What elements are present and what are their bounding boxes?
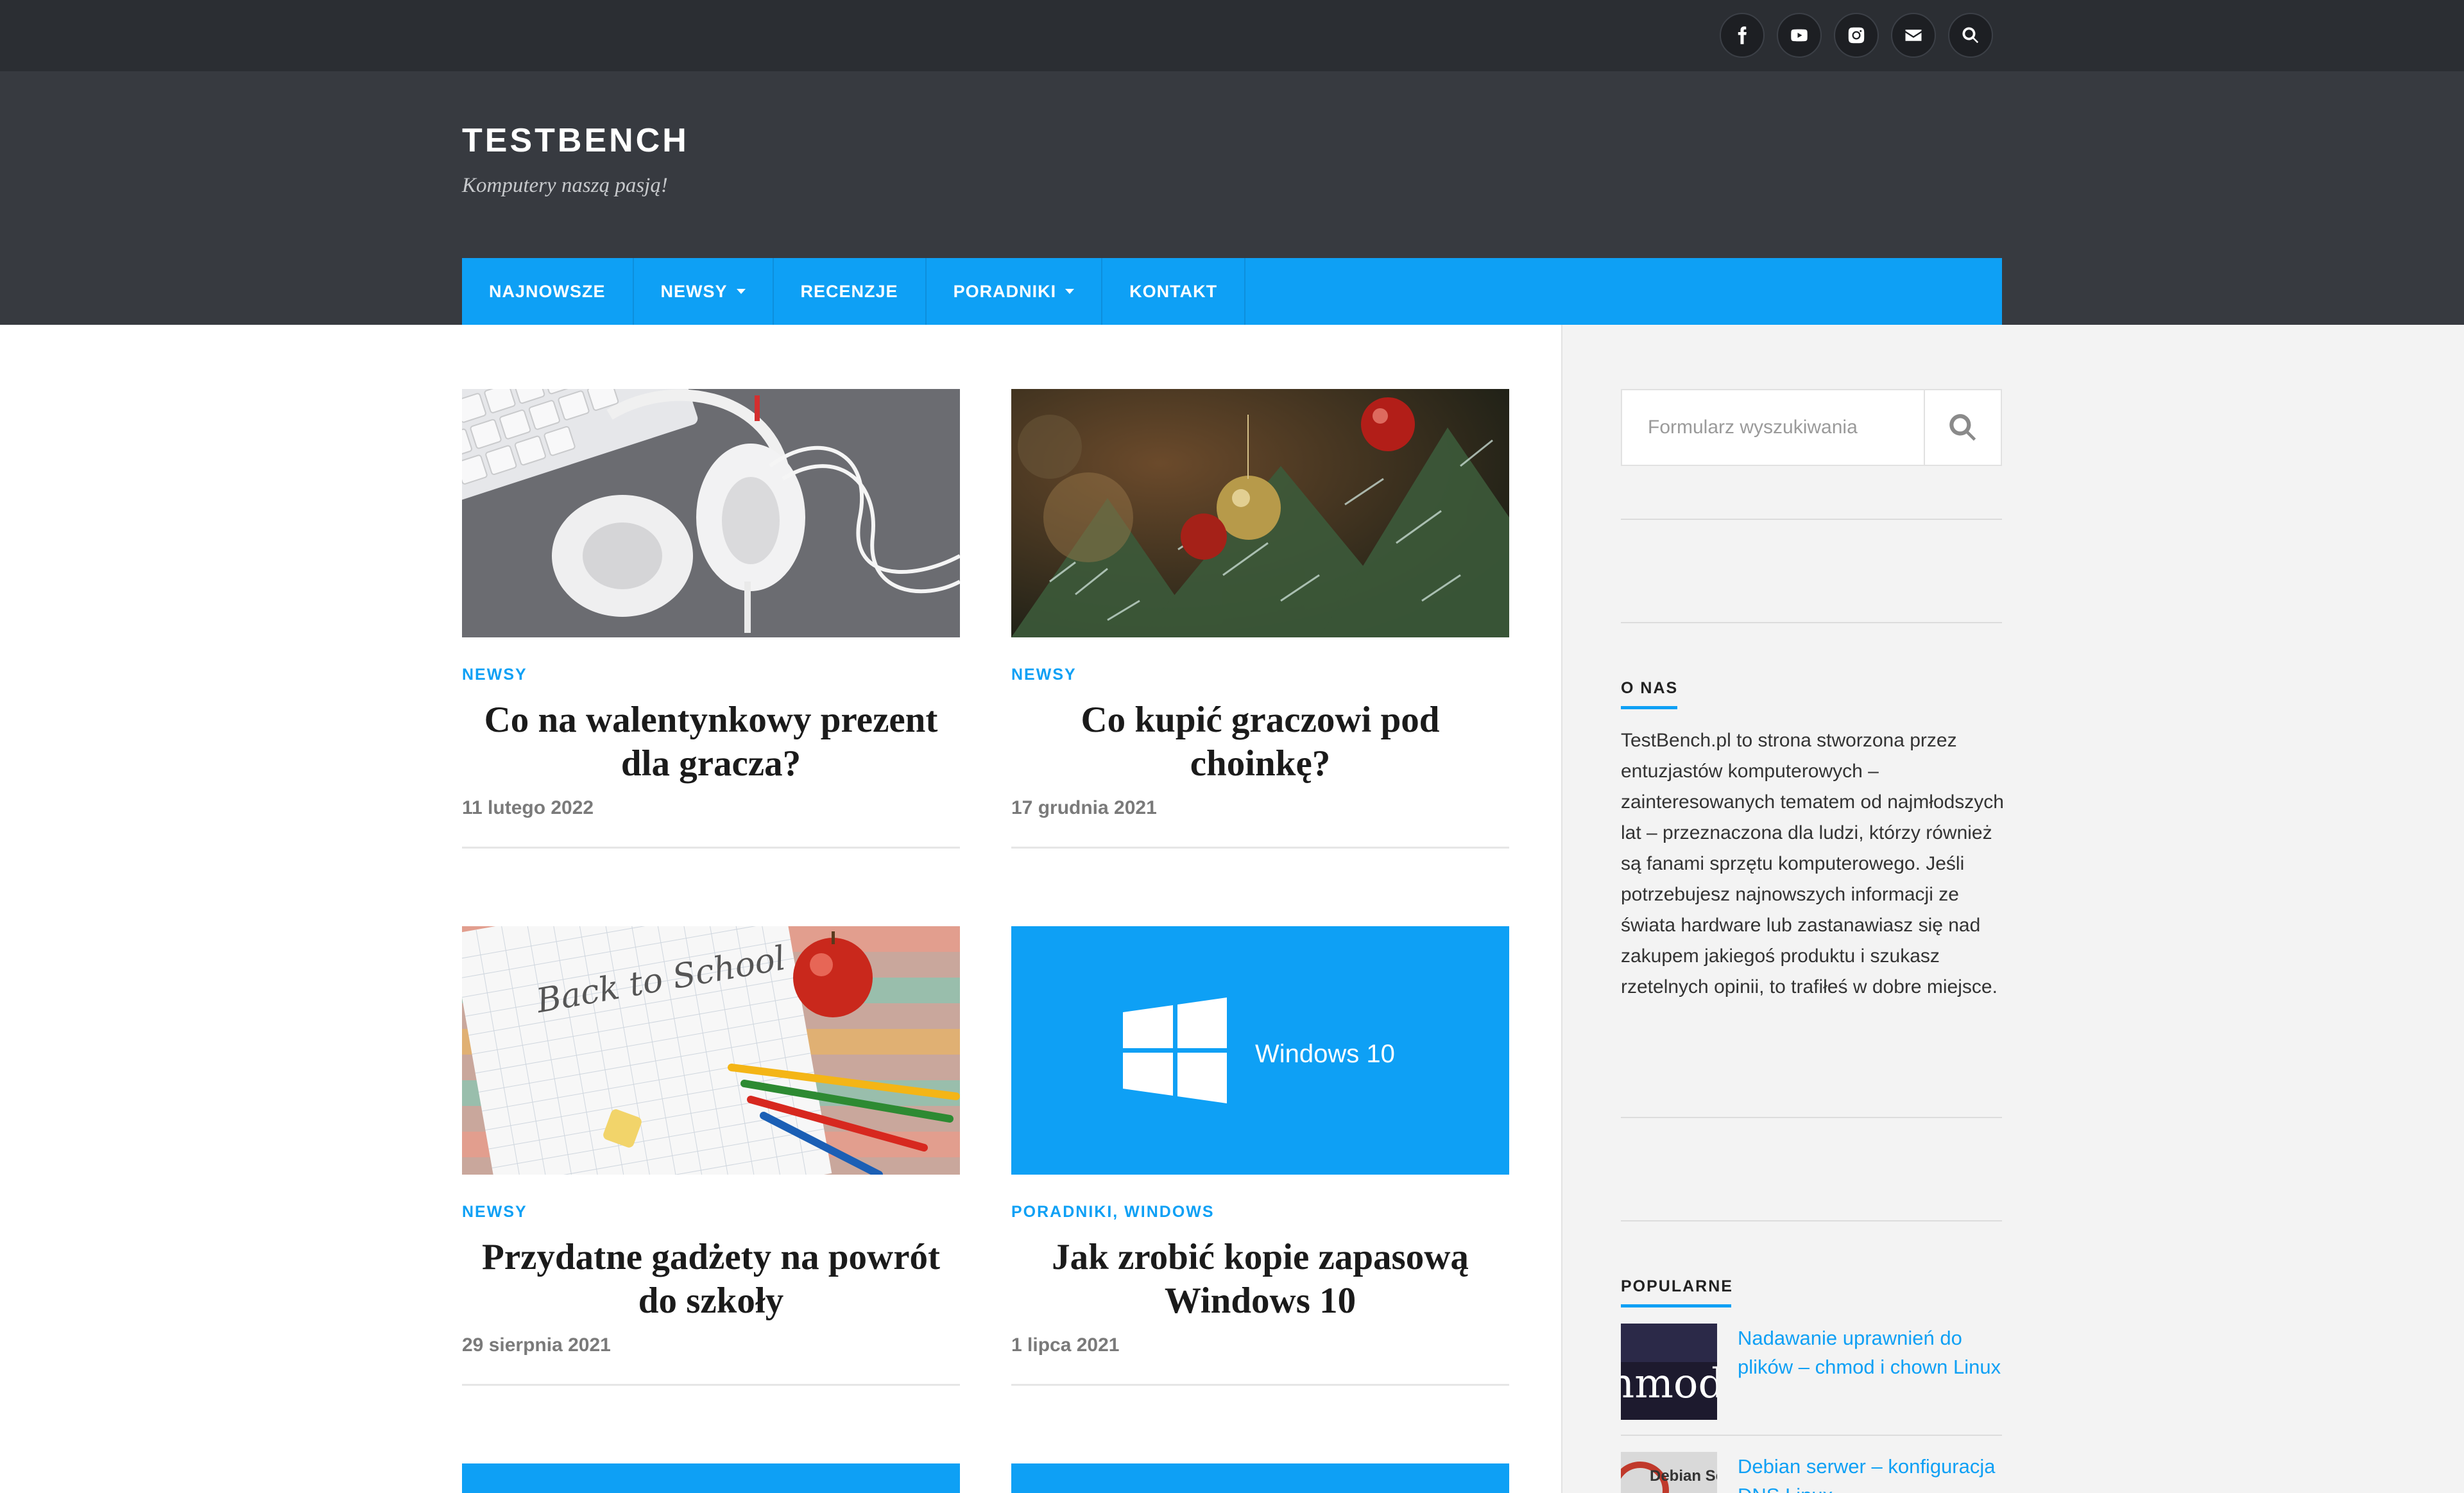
divider [462,847,960,849]
site-tagline: Komputery naszą pasją! [462,174,668,197]
divider [1621,1220,2002,1221]
popular-link[interactable]: Nadawanie uprawnień do plików – chmod i … [1738,1324,2007,1381]
search-button[interactable] [1924,390,2001,465]
nav-item-poradniki[interactable]: PORADNIKI [927,258,1103,325]
post-card: NEWSY Co kupić graczowi pod choinkę? 17 … [1011,389,1509,851]
main-nav: NAJNOWSZE NEWSY RECENZJE PORADNIKI KONTA… [462,258,2002,325]
widget-title-label: O NAS [1621,679,1679,697]
popular-thumbnail-text: Debian Se [1650,1467,1717,1485]
popular-thumbnail[interactable]: Debian Se [1621,1452,1717,1493]
popular-item[interactable]: hmod Nadawanie uprawnień do plików – chm… [1621,1324,2002,1420]
post-card: Windows 10 PORADNIKI, WINDOWS Jak zrobić… [1011,926,1509,1388]
divider [1011,847,1509,849]
post-category[interactable]: NEWSY [462,666,527,684]
post-category[interactable]: NEWSY [462,1203,527,1221]
nav-item-label: RECENZJE [800,281,898,301]
social-links [1720,13,1993,59]
post-title[interactable]: Jak zrobić kopie zapasową Windows 10 [1011,1236,1509,1323]
post-thumbnail-back-to-school[interactable]: Back to School [462,926,960,1175]
top-bar [0,0,2464,71]
search-input[interactable]: Formularz wyszukiwania [1648,390,1858,465]
mail-icon[interactable] [1891,13,1936,58]
title-underline [1621,1304,1731,1307]
divider [1621,1435,2002,1436]
windows-10-image-text: Windows 10 [1255,1040,1395,1068]
post-thumbnail-windows-10[interactable]: Windows 10 [1011,926,1509,1175]
post-thumbnail-christmas-tree[interactable] [1011,389,1509,637]
search-icon [1949,414,1976,441]
popular-thumbnail[interactable]: hmod [1621,1324,1717,1420]
post-date: 17 grudnia 2021 [1011,797,1157,818]
post-thumbnail[interactable] [462,1463,960,1493]
popular-link[interactable]: Debian serwer – konfiguracja DNS Linux [1738,1452,2002,1493]
divider [1621,1117,2002,1118]
site-header: TESTBENCH Komputery naszą pasją! NAJNOWS… [0,71,2464,325]
popular-item[interactable]: Debian Se Debian serwer – konfiguracja D… [1621,1452,2002,1493]
facebook-icon[interactable] [1720,13,1765,58]
post-title[interactable]: Co kupić graczowi pod choinkę? [1011,698,1509,786]
title-underline [1621,706,1677,709]
post-card: NEWSY Co na walentynkowy prezent dla gra… [462,389,960,851]
post-date: 29 sierpnia 2021 [462,1334,611,1356]
search-icon[interactable] [1948,13,1993,58]
post-date: 1 lipca 2021 [1011,1334,1120,1356]
youtube-icon[interactable] [1777,13,1822,58]
divider [1621,519,2002,520]
divider [1621,622,2002,623]
nav-item-recenzje[interactable]: RECENZJE [774,258,927,325]
divider [1011,1384,1509,1386]
post-category[interactable]: PORADNIKI, WINDOWS [1011,1203,1215,1221]
popular-thumbnail-text: hmod [1621,1360,1717,1408]
nav-item-label: NEWSY [660,281,728,301]
nav-item-newsy[interactable]: NEWSY [634,258,774,325]
widget-title-popular: POPULARNE [1621,1277,1733,1307]
widget-title-about: O NAS [1621,679,1679,709]
nav-item-kontakt[interactable]: KONTAKT [1102,258,1246,325]
nav-item-label: NAJNOWSZE [489,281,606,301]
widget-title-label: POPULARNE [1621,1277,1733,1295]
caret-down-icon [1065,289,1075,294]
post-title[interactable]: Co na walentynkowy prezent dla gracza? [462,698,960,786]
nav-item-label: KONTAKT [1129,281,1218,301]
post-date: 11 lutego 2022 [462,797,594,818]
post-title[interactable]: Przydatne gadżety na powrót do szkoły [462,1236,960,1323]
post-category[interactable]: NEWSY [1011,666,1077,684]
caret-down-icon [736,289,746,294]
sidebar-search: Formularz wyszukiwania [1621,389,2002,466]
post-thumbnail-headphones[interactable] [462,389,960,637]
nav-item-label: PORADNIKI [953,281,1057,301]
site-title[interactable]: TESTBENCH [462,121,689,160]
post-card: Back to School NEWSY Przydatne gadżety n… [462,926,960,1388]
instagram-icon[interactable] [1834,13,1879,58]
nav-item-najnowsze[interactable]: NAJNOWSZE [462,258,634,325]
post-thumbnail[interactable] [1011,1463,1509,1493]
about-text: TestBench.pl to strona stworzona przez e… [1621,730,2004,997]
divider [462,1384,960,1386]
